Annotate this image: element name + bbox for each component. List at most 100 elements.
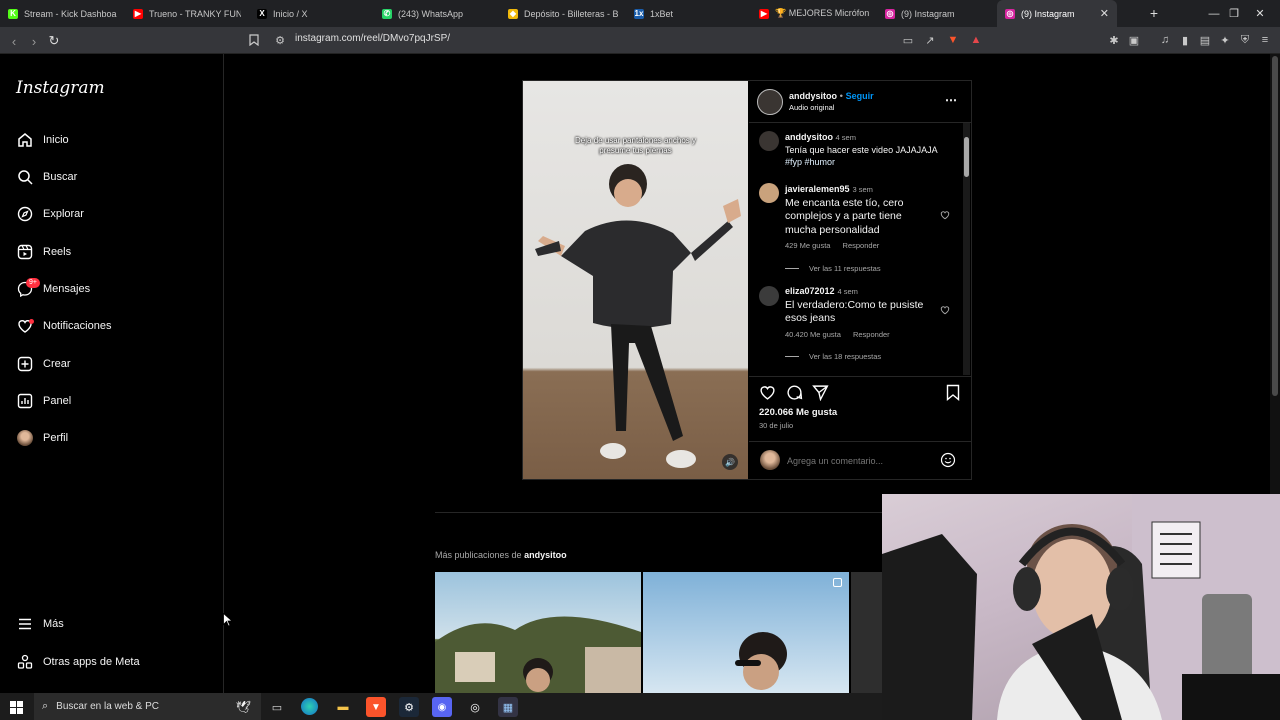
nav-panel[interactable]: Panel <box>16 389 206 413</box>
more-options-icon[interactable]: ⋯ <box>945 93 957 107</box>
windows-taskbar: ⌕ Buscar en la web & PC 🕊 ▭ ▬ ▼ ⚙ ◉ ◎ ▦ <box>0 693 882 720</box>
steam-icon[interactable]: ⚙ <box>399 697 419 717</box>
nav-explorar-label: Explorar <box>43 208 84 220</box>
browser-tab[interactable]: ✆ (243) WhatsApp <box>374 0 500 27</box>
close-window-button[interactable]: ✕ <box>1240 0 1280 27</box>
caption-username[interactable]: anddysitoo <box>785 132 833 142</box>
nav-crear[interactable]: Crear <box>16 352 206 376</box>
page-scroll-thumb[interactable] <box>1272 56 1278 396</box>
like-icon[interactable] <box>759 384 776 401</box>
tab-favicon-icon: ✆ <box>382 8 392 19</box>
comment-username[interactable]: javieralemen95 <box>785 184 850 194</box>
browser-tab[interactable]: 1x 1xBet <box>626 0 751 27</box>
comments-scrollbar[interactable] <box>963 123 970 375</box>
view-replies[interactable]: Ver las 11 respuestas <box>785 264 881 273</box>
brave-shield-icon[interactable]: ▼ <box>946 33 960 47</box>
nav-otras-apps[interactable]: Otras apps de Meta <box>16 650 206 674</box>
nav-buscar[interactable]: Buscar <box>16 165 206 189</box>
share-icon[interactable] <box>812 384 829 401</box>
nav-mensajes[interactable]: 9+ Mensajes <box>16 277 206 301</box>
url-field[interactable]: instagram.com/reel/DMvo7pqJrSP/ <box>295 33 450 44</box>
save-icon[interactable] <box>946 384 960 401</box>
edge-icon[interactable] <box>301 698 318 715</box>
hamburger-icon <box>16 616 33 633</box>
windows-start-icon[interactable] <box>6 697 26 717</box>
browser-tab[interactable]: ◎ (9) Instagram <box>877 0 997 27</box>
comment-like-icon[interactable] <box>940 305 950 315</box>
author-username[interactable]: anddysitoo <box>789 91 837 101</box>
screenshot-icon[interactable]: ▣ <box>1127 33 1141 47</box>
post-thumbnail[interactable] <box>643 572 849 693</box>
vpn-icon[interactable]: ⛨ <box>1238 33 1252 47</box>
instagram-logo[interactable]: Instagram <box>16 78 105 98</box>
nav-mas[interactable]: Más <box>16 612 206 636</box>
reply-button[interactable]: Responder <box>843 241 880 250</box>
audio-label[interactable]: Audio original <box>789 103 834 112</box>
nav-inicio[interactable]: Inicio <box>16 128 206 152</box>
extensions-icon[interactable]: ✱ <box>1107 33 1121 47</box>
browser-tab[interactable]: K Stream - Kick Dashboard <box>0 0 125 27</box>
tab-favicon-icon: ◆ <box>508 8 518 19</box>
file-explorer-icon[interactable]: ▬ <box>333 697 353 717</box>
reel-video[interactable]: Deja de usar pantalones anchos y presume… <box>523 81 748 479</box>
task-view-icon[interactable]: ▭ <box>267 697 287 717</box>
webcam-overlay <box>882 494 1280 720</box>
discord-icon[interactable]: ◉ <box>432 697 452 717</box>
comment-avatar[interactable] <box>759 286 779 306</box>
nav-perfil[interactable]: Perfil <box>16 426 206 450</box>
menu-icon[interactable]: ≡ <box>1258 33 1272 47</box>
comment-item: javieralemen95 3 sem Me encanta este tío… <box>785 183 935 237</box>
brave-rewards-icon[interactable]: ▲ <box>969 33 983 47</box>
comment-avatar[interactable] <box>759 183 779 203</box>
post-thumbnail[interactable] <box>851 572 882 693</box>
cast-icon[interactable]: ▭ <box>901 33 915 47</box>
tab-label: Trueno - TRANKY FUNKY ( <box>149 8 241 19</box>
forward-icon[interactable]: › <box>25 32 43 50</box>
nav-panel-label: Panel <box>43 395 72 407</box>
emoji-icon[interactable] <box>940 452 956 468</box>
follow-button[interactable]: Seguir <box>846 91 874 101</box>
sidebar-toggle-icon[interactable]: ▮ <box>1178 33 1192 47</box>
caption-avatar[interactable] <box>759 131 779 151</box>
comment-likes[interactable]: 40.420 Me gusta <box>785 330 841 339</box>
nav-reels[interactable]: Reels <box>16 240 206 264</box>
tab-favicon-icon: 1x <box>634 8 644 19</box>
nav-crear-label: Crear <box>43 358 71 370</box>
new-tab-button[interactable]: + <box>1146 5 1162 21</box>
reply-button[interactable]: Responder <box>853 330 890 339</box>
comment-like-icon[interactable] <box>940 210 950 220</box>
share-icon[interactable]: ↗ <box>923 33 937 47</box>
browser-tab[interactable]: ◆ Depósito - Billeteras - Bina <box>500 0 626 27</box>
reload-icon[interactable]: ↻ <box>45 32 63 50</box>
browser-tab[interactable]: ◎ (9) Instagram ✕ <box>997 0 1117 27</box>
post-thumbnail[interactable] <box>435 572 641 693</box>
more-posts-username[interactable]: andysitoo <box>524 550 567 560</box>
browser-tab[interactable]: X Inicio / X <box>249 0 374 27</box>
author-avatar[interactable] <box>757 89 783 115</box>
view-replies[interactable]: Ver las 18 respuestas <box>785 352 881 361</box>
site-info-icon[interactable]: ⚙ <box>273 33 287 47</box>
comment-username[interactable]: eliza072012 <box>785 286 835 296</box>
bookmark-icon[interactable] <box>247 33 261 47</box>
close-tab-icon[interactable]: ✕ <box>1090 7 1109 20</box>
leo-ai-icon[interactable]: ✦ <box>1218 33 1232 47</box>
comment-time: 4 sem <box>837 287 858 296</box>
browser-tab[interactable]: ▶ 🏆 MEJORES Micrófonos ( <box>751 0 877 27</box>
back-icon[interactable]: ‹ <box>5 32 23 50</box>
comment-likes[interactable]: 429 Me gusta <box>785 241 830 250</box>
nav-notificaciones[interactable]: Notificaciones <box>16 314 206 338</box>
nav-explorar[interactable]: Explorar <box>16 202 206 226</box>
music-icon[interactable]: ♫ <box>1158 33 1172 47</box>
taskbar-search[interactable]: ⌕ Buscar en la web & PC 🕊 <box>34 693 261 720</box>
obs-icon[interactable]: ◎ <box>465 697 485 717</box>
likes-count[interactable]: 220.066 Me gusta <box>759 407 837 418</box>
wallet-icon[interactable]: ▤ <box>1198 33 1212 47</box>
comment-input[interactable] <box>787 454 937 468</box>
calculator-icon[interactable]: ▦ <box>498 697 518 717</box>
caption-hashtags[interactable]: #fyp #humor <box>785 157 835 167</box>
comments-scroll-thumb[interactable] <box>964 137 969 177</box>
comment-icon[interactable] <box>786 384 803 401</box>
browser-tab[interactable]: ▶ Trueno - TRANKY FUNKY ( <box>125 0 249 27</box>
brave-icon[interactable]: ▼ <box>366 697 386 717</box>
mute-icon[interactable]: 🔊 <box>722 454 738 470</box>
